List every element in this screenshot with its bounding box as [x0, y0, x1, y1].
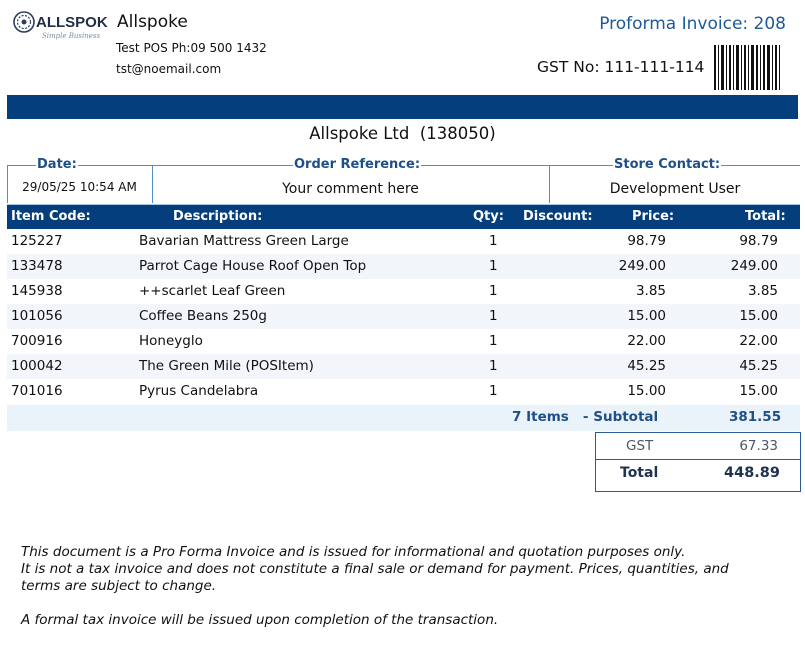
disclaimer-line-1: This document is a Pro Forma Invoice and… [21, 544, 686, 560]
disclaimer-line-3: A formal tax invoice will be issued upon… [21, 612, 499, 628]
svg-text:ALLSPOKE: ALLSPOKE [36, 14, 108, 31]
company-phone: Test POS Ph:09 500 1432 [116, 41, 267, 55]
cell-total: 45.25 [739, 358, 778, 374]
cell-qty: 1 [489, 383, 498, 399]
cell-description: The Green Mile (POSItem) [139, 358, 314, 374]
cell-description: Pyrus Candelabra [139, 383, 259, 399]
cell-code: 133478 [11, 258, 63, 274]
cell-code: 101056 [11, 308, 63, 324]
cell-qty: 1 [489, 258, 498, 274]
barcode-icon [714, 45, 780, 90]
order-reference-label: Order Reference: [293, 157, 422, 172]
cell-description: Parrot Cage House Roof Open Top [139, 258, 367, 274]
invoice-title: Proforma Invoice: 208 [599, 14, 786, 34]
cell-code: 700916 [11, 333, 63, 349]
col-discount: Discount: [523, 209, 593, 224]
store-contact-label: Store Contact: [613, 157, 722, 172]
cell-total: 3.85 [747, 283, 778, 299]
subtotal-row: 7 Items - Subtotal 381.55 [7, 405, 800, 431]
allspoke-logo: ALLSPOKE Simple Business [13, 11, 108, 40]
table-row: 125227 Bavarian Mattress Green Large 1 98.7… [7, 229, 800, 254]
cell-total: 22.00 [739, 333, 778, 349]
header-band [7, 95, 798, 119]
col-price: Price: [632, 209, 675, 224]
cell-price: 98.79 [627, 233, 666, 249]
cell-qty: 1 [489, 233, 498, 249]
table-row: 701016 Pyrus Candelabra 1 15.00 15.00 [7, 379, 800, 404]
date-box-top-border [7, 165, 152, 166]
items-subtotal-label: 7 Items - Subtotal [512, 409, 659, 425]
totals-box: GST 67.33 Total 448.89 [595, 432, 801, 492]
disclaimer-line-2: It is not a tax invoice and does not con… [21, 561, 729, 594]
col-item-code: Item Code: [11, 209, 91, 224]
gst-label: GST [626, 438, 654, 454]
subtotal-value: 381.55 [729, 409, 782, 425]
cell-price: 15.00 [627, 383, 666, 399]
table-row: 700916 Honeyglo 1 22.00 22.00 [7, 329, 800, 354]
table-row: 100042 The Green Mile (POSItem) 1 45.25 45.2… [7, 354, 800, 379]
col-description: Description: [173, 209, 263, 224]
cell-price: 15.00 [627, 308, 666, 324]
cell-total: 98.79 [739, 233, 778, 249]
total-label: Total [620, 465, 659, 481]
cell-total: 249.00 [730, 258, 778, 274]
store-contact-value: Development User [609, 181, 741, 197]
table-row: 101056 Coffee Beans 250g 1 15.00 15.00 [7, 304, 800, 329]
cell-description: Coffee Beans 250g [139, 308, 267, 324]
cell-qty: 1 [489, 333, 498, 349]
gst-value: 67.33 [739, 438, 778, 454]
cell-qty: 1 [489, 308, 498, 324]
totals-divider [596, 459, 800, 460]
cell-price: 249.00 [618, 258, 666, 274]
col-qty: Qty: [473, 209, 504, 224]
cell-description: ++scarlet Leaf Green [139, 283, 286, 299]
table-row: 145938 ++scarlet Leaf Green 1 3.85 3.85 [7, 279, 800, 304]
cell-price: 3.85 [635, 283, 666, 299]
cell-qty: 1 [489, 283, 498, 299]
gst-number: GST No: 111-111-114 [537, 58, 705, 76]
cell-total: 15.00 [739, 308, 778, 324]
col-total: Total: [745, 209, 786, 224]
items-table-header: Item Code: Description: Qty: Discount: P… [7, 204, 800, 229]
cell-code: 125227 [11, 233, 63, 249]
date-label: Date: [36, 157, 78, 172]
cell-description: Bavarian Mattress Green Large [139, 233, 349, 249]
customer-name: Allspoke Ltd (138050) [309, 124, 496, 143]
company-name: Allspoke [117, 12, 188, 32]
cell-description: Honeyglo [139, 333, 203, 349]
cell-code: 145938 [11, 283, 63, 299]
table-row: 133478 Parrot Cage House Roof Open Top 1 24… [7, 254, 800, 279]
cell-code: 100042 [11, 358, 63, 374]
date-value: 29/05/25 10:54 AM [22, 180, 137, 194]
cell-total: 15.00 [739, 383, 778, 399]
cell-price: 45.25 [627, 358, 666, 374]
total-value: 448.89 [724, 465, 780, 481]
svg-text:Simple Business: Simple Business [42, 32, 100, 40]
company-email: tst@noemail.com [116, 62, 222, 76]
order-reference-value: Your comment here [282, 181, 419, 197]
cell-code: 701016 [11, 383, 63, 399]
cell-qty: 1 [489, 358, 498, 374]
cell-price: 22.00 [627, 333, 666, 349]
